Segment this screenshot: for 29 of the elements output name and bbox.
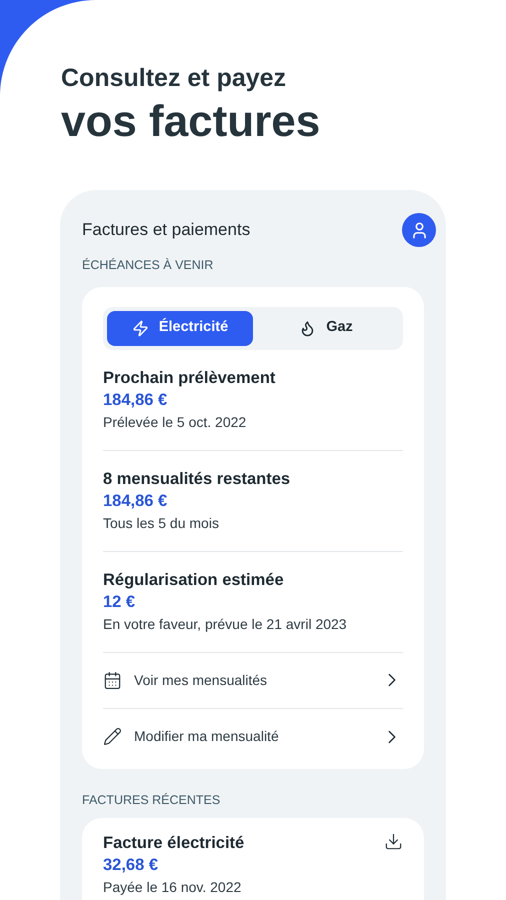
profile-button[interactable]: [402, 213, 436, 247]
energy-tab[interactable]: Gaz: [253, 310, 399, 346]
item-title: Régularisation estimée: [103, 570, 285, 591]
pencil-icon: [103, 727, 122, 746]
headline-title: vos factures: [61, 96, 322, 148]
link-label: Modifier ma mensualité: [134, 727, 280, 746]
calendar-icon: [103, 670, 122, 690]
link-row[interactable]: Modifier ma mensualité: [103, 708, 403, 765]
download-icon: [384, 832, 403, 850]
item-amount: 12 €: [103, 592, 136, 613]
invoice-amount: 32,68 €: [103, 854, 160, 876]
headline-text: Consultez et payez: [61, 63, 288, 94]
invoice-title: Facture électricité: [103, 832, 244, 854]
item-amount: 184,86 €: [103, 390, 168, 411]
item-amount: 184,86 €: [103, 490, 168, 512]
section-label: FACTURES RÉCENTES: [82, 792, 222, 809]
item-detail: En votre faveur, prévue le 21 avril 2023: [103, 614, 348, 634]
link-row[interactable]: Voir mes mensualités: [103, 652, 403, 709]
download-button[interactable]: [384, 832, 403, 850]
energy-tab[interactable]: Électricité: [107, 310, 253, 346]
lightning-icon: [132, 320, 149, 337]
item-detail: Tous les 5 du mois: [103, 514, 220, 533]
item-title: Prochain prélèvement: [103, 368, 276, 389]
invoice-detail: Payée le 16 nov. 2022: [103, 878, 242, 897]
link-label: Voir mes mensualités: [134, 670, 268, 690]
section-label: ÉCHÉANCES À VENIR: [82, 257, 214, 274]
screen-title: Factures et paiements: [82, 219, 250, 242]
item-title: 8 mensualités restantes: [103, 468, 292, 490]
item-detail: Prélevée le 5 oct. 2022: [103, 412, 248, 432]
